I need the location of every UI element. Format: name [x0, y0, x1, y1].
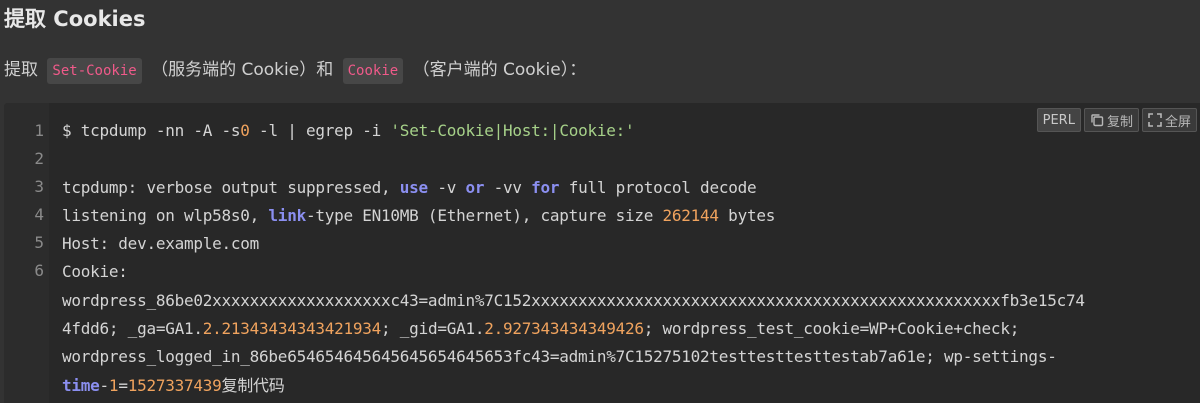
code-token: -type EN10MB (Ethernet), capture size: [305, 205, 663, 225]
code-token: time: [62, 375, 100, 395]
code-line-3: tcpdump: verbose output suppressed, use …: [62, 174, 1085, 202]
code-token: bytes: [718, 205, 776, 225]
copy-button[interactable]: 复制: [1083, 108, 1139, 132]
code-token: 262144: [662, 205, 720, 225]
code-token: 1527337439: [127, 375, 222, 395]
article-page: 提取 Cookies 提取 Set-Cookie （服务端的 Cookie）和 …: [0, 0, 1200, 403]
code-token: ; _gid=GA1.: [381, 319, 485, 339]
section-heading: 提取 Cookies: [4, 7, 146, 31]
code-block[interactable]: 1 2 3 4 5 6 PERL 复制 全屏 $ tcpdump -nn -A …: [4, 103, 1200, 403]
inline-code-cookie: Cookie: [342, 58, 404, 84]
line-number: 3: [34, 177, 44, 196]
code-token: =: [118, 375, 128, 395]
code-line-6-wrap-2: 4fdd6; _ga=GA1.2.21343434343421934; _gid…: [62, 315, 1085, 343]
code-token: 'Set-Cookie|Host:|Cookie:': [390, 121, 635, 140]
line-number-gutter: 1 2 3 4 5 6: [4, 103, 49, 403]
fullscreen-icon: [1148, 113, 1162, 127]
copy-code-text: 复制代码: [221, 375, 285, 395]
code-line-1: $ tcpdump -nn -A -s0 -l | egrep -i 'Set-…: [62, 117, 1085, 145]
fullscreen-button[interactable]: 全屏: [1141, 108, 1197, 132]
inline-code-set-cookie: Set-Cookie: [47, 58, 142, 84]
code-token: 0: [240, 121, 250, 140]
code-line-6-wrap-4: time-1=1527337439复制代码: [62, 372, 1085, 400]
code-token: $ tcpdump -nn -A -s: [62, 121, 241, 140]
code-token: 4fdd6; _ga=GA1.: [62, 319, 203, 339]
intro-mid: （服务端的 Cookie）和: [151, 60, 334, 80]
code-line-6-wrap-3: wordpress_logged_in_86be6546546456456456…: [62, 343, 1085, 371]
code-content: $ tcpdump -nn -A -s0 -l | egrep -i 'Set-…: [62, 117, 1085, 400]
code-token: -: [99, 375, 110, 395]
code-token: link: [268, 205, 306, 225]
fullscreen-button-label: 全屏: [1164, 114, 1191, 130]
code-token: Cookie:: [62, 262, 128, 282]
line-number: 6: [34, 261, 44, 280]
code-line-6: Cookie:: [62, 258, 1085, 286]
code-token: -v: [427, 177, 466, 197]
code-token: -l | egrep -i: [249, 121, 391, 140]
code-token: 2.21343434343421934: [202, 319, 382, 339]
code-token: Host: dev.example.com: [62, 234, 260, 254]
code-line-4: listening on wlp58s0, link-type EN10MB (…: [62, 202, 1085, 230]
line-number: 5: [34, 233, 44, 252]
code-token: -vv: [484, 177, 532, 197]
line-number: 2: [34, 149, 44, 168]
code-line-6-wrap-1: wordpress_86be02xxxxxxxxxxxxxxxxxxxc43=a…: [62, 287, 1085, 315]
line-number: 1: [34, 121, 44, 140]
code-line-5: Host: dev.example.com: [62, 230, 1085, 258]
code-token: tcpdump: verbose output suppressed,: [62, 177, 400, 197]
intro-suffix: （客户端的 Cookie）：: [412, 60, 587, 80]
copy-icon: [1090, 113, 1104, 127]
code-token: for: [531, 177, 560, 197]
code-token: wordpress_logged_in_86be6546546456456456…: [62, 347, 1057, 367]
line-number: 4: [34, 205, 44, 224]
intro-prefix: 提取: [4, 60, 38, 80]
code-token: listening on wlp58s0,: [62, 205, 269, 225]
code-token: ; wordpress_test_cookie=WP+Cookie+check;: [643, 319, 1020, 339]
code-token: or: [465, 177, 485, 197]
code-token: full protocol decode: [559, 177, 757, 197]
intro-paragraph: 提取 Set-Cookie （服务端的 Cookie）和 Cookie （客户端…: [4, 53, 586, 87]
copy-button-label: 复制: [1106, 114, 1133, 130]
code-token: wordpress_86be02xxxxxxxxxxxxxxxxxxxc43=a…: [62, 290, 1085, 310]
code-token: 2.927343434349426: [484, 319, 644, 339]
code-token: 1: [108, 375, 119, 395]
code-token: use: [399, 177, 428, 197]
